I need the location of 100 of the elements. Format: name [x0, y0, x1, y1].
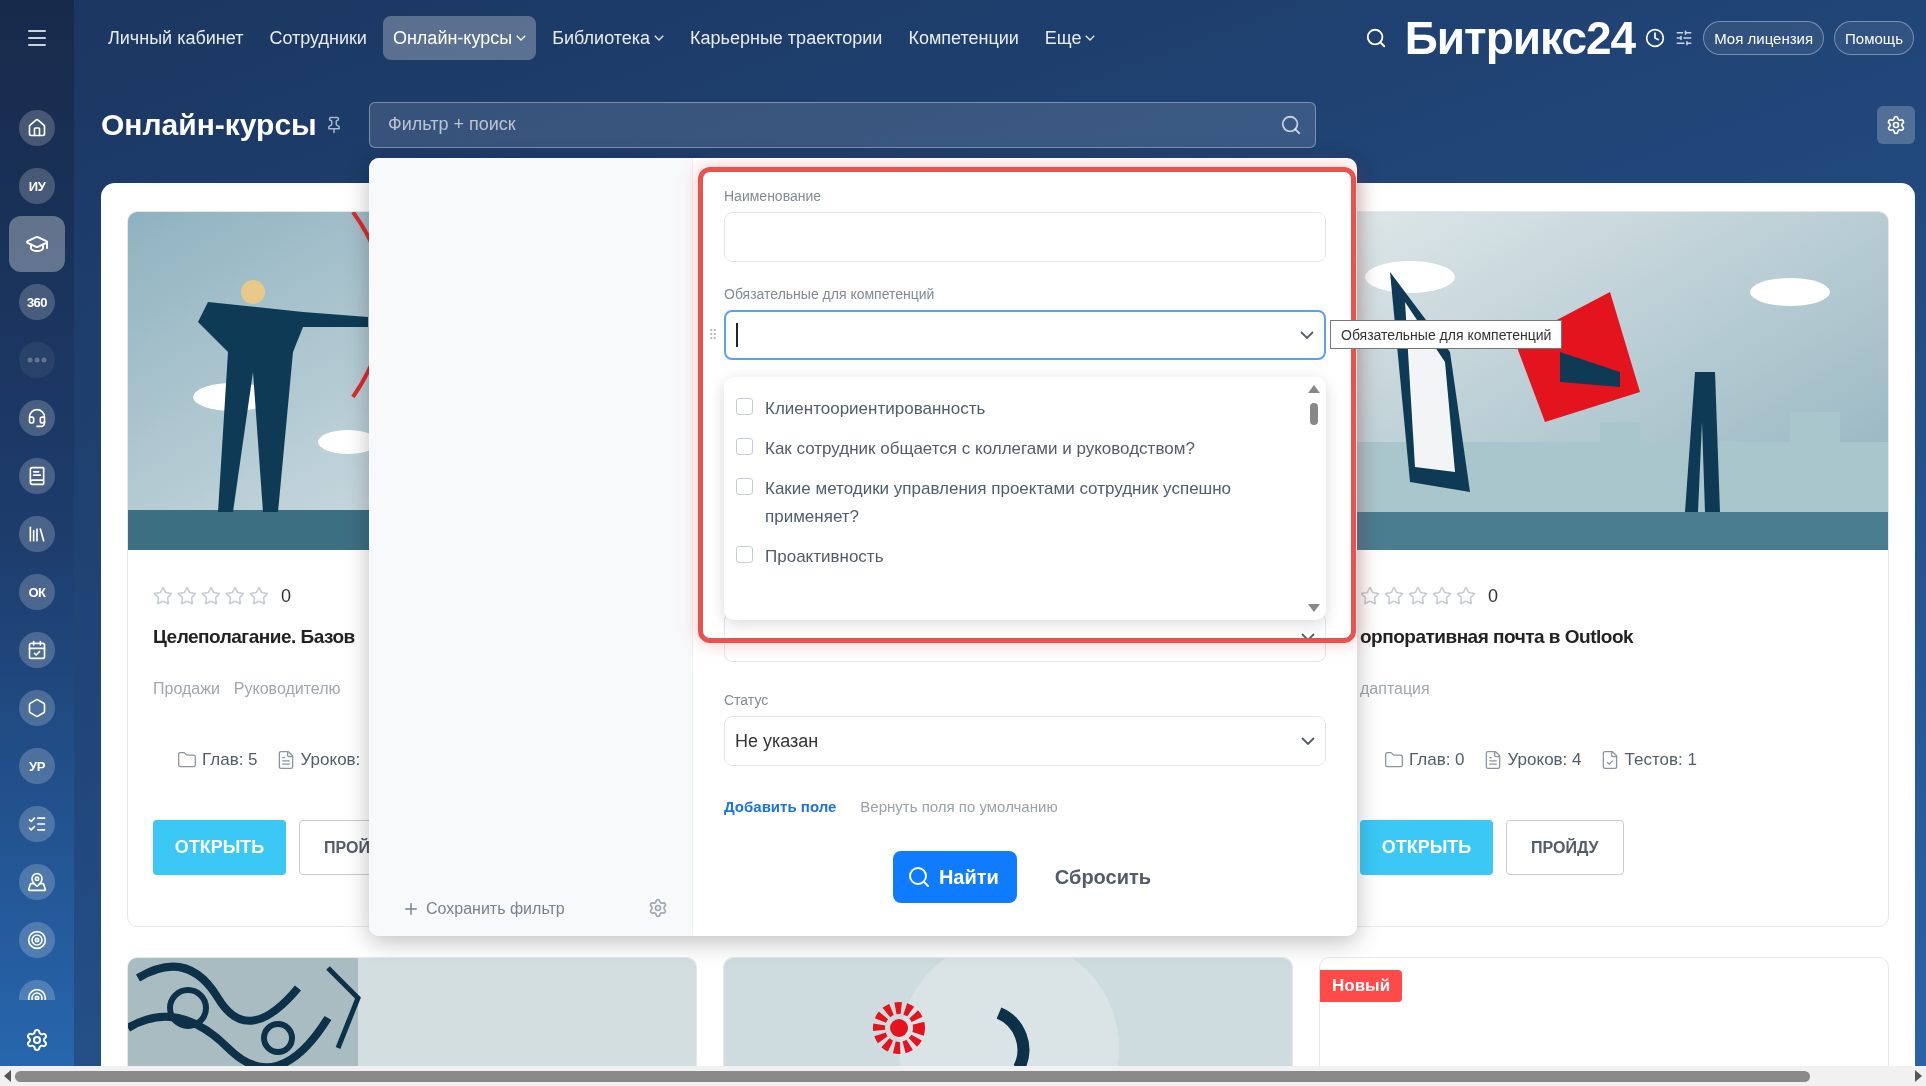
dropdown-option[interactable]: Какие методики управления проектами сотрудник успешно применяет? [736, 469, 1286, 537]
multiselect-field[interactable] [724, 310, 1326, 360]
pass-button[interactable]: ПРОЙДУ [1506, 820, 1624, 875]
book-icon [27, 466, 47, 486]
stat-text: Тестов: 1 [1624, 750, 1697, 770]
star-icon [249, 586, 269, 606]
sidebar-item[interactable] [19, 516, 55, 552]
sidebar-item[interactable] [19, 110, 55, 146]
chevron-down-icon [1300, 331, 1314, 339]
library-icon [27, 524, 47, 544]
nav-tab[interactable]: Библиотека [542, 16, 675, 60]
map-icon [27, 872, 47, 892]
sidebar-item[interactable] [19, 458, 55, 494]
field-label: Статус [724, 692, 770, 708]
field-label: Наименование [724, 188, 823, 204]
stat-text: Глав: 0 [1409, 750, 1465, 770]
rating-count: 0 [281, 585, 291, 607]
sidebar-item[interactable] [19, 864, 55, 900]
home-icon [27, 118, 47, 138]
sidebar-item[interactable] [19, 806, 55, 842]
page-title: Онлайн-курсы [101, 107, 317, 142]
sidebar-item[interactable] [19, 922, 55, 958]
sidebar-item[interactable]: УР [19, 748, 55, 784]
sidebar-item[interactable]: 360 [19, 284, 55, 320]
sidebar-item[interactable] [9, 216, 65, 272]
text-field[interactable] [724, 212, 1326, 262]
rating-count: 0 [1488, 585, 1498, 607]
vertical-scrollbar[interactable] [1308, 385, 1320, 612]
nav-tab[interactable]: Онлайн-курсы [382, 16, 537, 60]
star-icon [1408, 586, 1428, 606]
checkbox[interactable] [736, 478, 753, 495]
dropdown-option[interactable]: Клиентоориентированность [736, 389, 1286, 429]
dropdown-option[interactable]: Проактивность [736, 537, 1286, 577]
chevron-down-icon [654, 35, 665, 41]
sidebar-item[interactable] [19, 632, 55, 668]
course-tag: даптация [1360, 680, 1430, 698]
checkbox[interactable] [736, 546, 753, 563]
folder-icon [1384, 750, 1404, 770]
course-tag: Руководителю [233, 680, 341, 698]
chevron-down-icon [516, 35, 527, 41]
nav-tab[interactable]: Компетенции [898, 16, 1029, 60]
field-label: Обязательные для компетенций [724, 286, 936, 302]
settings-icon[interactable] [25, 1028, 49, 1052]
add-field-link[interactable]: Добавить поле [724, 798, 837, 815]
folder-icon [177, 750, 197, 770]
stat-text: Уроков: 4 [1507, 750, 1582, 770]
search-icon [1280, 113, 1302, 136]
stat-text: Уроков: [300, 750, 361, 770]
option-label: Проактивность [765, 546, 884, 568]
dots-icon [27, 357, 47, 363]
course-title: Целеполагание. Базов [153, 626, 355, 648]
target-icon [27, 930, 47, 950]
search-icon [906, 865, 931, 889]
star-icon [1384, 586, 1404, 606]
nav-tab[interactable]: Личный кабинет [98, 16, 254, 60]
sliders-icon[interactable] [1675, 29, 1694, 47]
star-icon [1432, 586, 1452, 606]
chevron-down-icon [1085, 35, 1096, 41]
option-label: Какие методики управления проектами сотрудник успешно применяет? [765, 478, 1233, 528]
course-tag: Продажи [153, 680, 220, 698]
star-icon [1456, 586, 1476, 606]
stat-text: Глав: 5 [202, 750, 258, 770]
checkbox[interactable] [736, 438, 753, 455]
search-icon[interactable] [1364, 27, 1387, 49]
plus-icon [402, 900, 420, 918]
course-title: орпоративная почта в Outlook [1360, 626, 1634, 648]
star-icon [1360, 586, 1380, 606]
option-label: Как сотрудник общается с коллегами и руководством? [765, 438, 1195, 460]
star-icon [177, 586, 197, 606]
logo: Битрикс24 [1404, 11, 1636, 65]
select-field[interactable]: Не указан [724, 716, 1326, 766]
chevron-down-icon [1301, 737, 1315, 745]
dropdown-option[interactable]: Как сотрудник общается с коллегами и руководством? [736, 429, 1286, 469]
tooltip: Обязательные для компетенций [1330, 320, 1563, 349]
help-button[interactable]: Помощь [1834, 21, 1914, 55]
checkbox[interactable] [736, 398, 753, 415]
select-value: Не указан [735, 730, 820, 752]
reset-button[interactable]: Сбросить [1048, 864, 1158, 890]
star-icon [225, 586, 245, 606]
sidebar-item[interactable] [19, 400, 55, 436]
nav-tab[interactable]: Карьерные траектории [680, 16, 893, 60]
option-label: Клиентоориентированность [765, 398, 986, 420]
settings-icon [1886, 114, 1906, 135]
headset-icon [27, 408, 47, 428]
save-filter-button[interactable]: Сохранить фильтр [402, 900, 565, 918]
hexagon-icon [27, 698, 47, 718]
checklist-icon [27, 814, 47, 834]
sidebar-item[interactable] [19, 690, 55, 726]
nav-tab[interactable]: Еще [1034, 16, 1106, 60]
sidebar-item[interactable]: ОК [19, 574, 55, 610]
clock-icon [1645, 28, 1666, 48]
license-button[interactable]: Моя лицензия [1703, 21, 1825, 55]
horizontal-scrollbar[interactable] [0, 1066, 1926, 1086]
settings-button[interactable] [1877, 105, 1915, 144]
star-icon [153, 586, 173, 606]
new-badge: Новый [1320, 970, 1403, 1002]
sidebar-item[interactable]: ИУ [19, 168, 55, 204]
nav-tab[interactable]: Сотрудники [259, 16, 377, 60]
find-button[interactable]: Найти [892, 851, 1017, 903]
calendar-icon [27, 640, 47, 660]
